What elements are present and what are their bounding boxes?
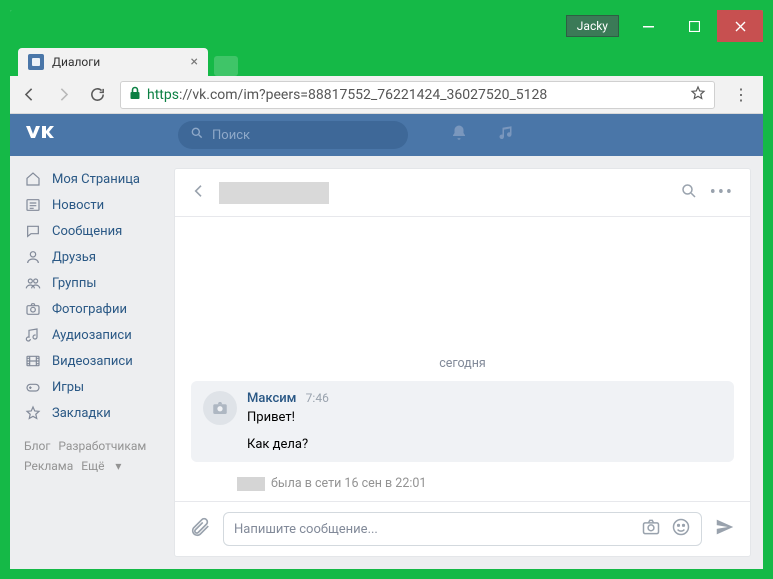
chat-pane: ••• сегодня Максим 7:46 Привет! Как дела… [174,168,751,557]
vk-search-box[interactable]: Поиск [178,121,408,149]
groups-icon [24,275,42,291]
window-close-button[interactable] [717,10,763,42]
attach-button[interactable] [189,516,211,542]
lock-icon [129,86,141,104]
message-time: 7:46 [306,391,329,405]
address-bar[interactable]: https://vk.com/im?peers=88817552_7622142… [120,81,715,109]
chat-search-button[interactable] [680,182,698,204]
vk-search-placeholder: Поиск [212,128,250,143]
sidebar-item-label: Сообщения [52,224,122,239]
last-seen-status: была в сети 16 сен в 22:01 [191,470,734,501]
sidebar-item-groups[interactable]: Группы [10,270,174,296]
tab-close-button[interactable]: × [191,54,198,70]
footer-link-blog[interactable]: Блог [24,439,50,453]
chat-messages-area[interactable]: сегодня Максим 7:46 Привет! Как дела? [175,217,750,501]
search-icon [190,126,204,144]
message-text: Привет! [247,410,329,425]
sidebar-item-photos[interactable]: Фотографии [10,296,174,322]
browser-menu-button[interactable]: ⋮ [727,85,755,104]
chat-more-button[interactable]: ••• [710,182,734,203]
sidebar-item-label: Закладки [52,406,111,421]
sidebar-item-label: Друзья [52,250,96,265]
window-titlebar: Jacky [10,10,763,42]
url-text: https://vk.com/im?peers=88817552_7622142… [147,87,547,103]
message-composer [175,501,750,556]
chat-back-button[interactable] [191,183,207,203]
sidebar-item-label: Аудиозаписи [52,328,132,343]
sidebar-item-label: Видеозаписи [52,354,133,369]
star-icon [24,405,42,421]
sidebar-item-news[interactable]: Новости [10,192,174,218]
send-button[interactable] [714,516,736,542]
window-minimize-button[interactable] [625,10,671,42]
sidebar-item-label: Группы [52,276,96,291]
video-icon [24,353,42,369]
chat-date-label: сегодня [191,356,734,371]
home-icon [24,171,42,187]
chat-message: Максим 7:46 Привет! Как дела? [191,381,734,462]
friends-icon [24,249,42,265]
browser-tab[interactable]: Диалоги × [18,48,208,76]
nav-back-button[interactable] [18,86,40,103]
message-avatar[interactable] [203,391,237,425]
nav-forward-button[interactable] [52,86,74,103]
composer-emoji-icon[interactable] [671,517,691,541]
message-text: Как дела? [247,437,329,452]
games-icon [24,379,42,395]
composer-camera-icon[interactable] [641,517,661,541]
browser-tabstrip: Диалоги × [10,42,763,76]
sidebar-item-bookmarks[interactable]: Закладки [10,400,174,426]
nav-reload-button[interactable] [86,86,108,103]
sidebar-item-friends[interactable]: Друзья [10,244,174,270]
audio-icon [24,327,42,343]
new-tab-button[interactable] [214,56,238,76]
news-icon [24,197,42,213]
sidebar-item-label: Новости [52,198,104,213]
sidebar-item-video[interactable]: Видеозаписи [10,348,174,374]
camera-icon [24,301,42,317]
message-author[interactable]: Максим [247,391,296,406]
chat-header: ••• [175,169,750,217]
chat-peer-name-redacted [219,182,329,204]
message-input[interactable] [234,522,631,537]
footer-link-more[interactable]: Ещё ▾ [81,459,121,473]
tab-title: Диалоги [52,55,183,69]
sidebar-item-label: Игры [52,380,84,395]
sidebar-footer: Блог Разработчикам Реклама Ещё ▾ [10,426,174,487]
sidebar-item-games[interactable]: Игры [10,374,174,400]
sidebar-item-profile[interactable]: Моя Страница [10,166,174,192]
window-maximize-button[interactable] [671,10,717,42]
peer-name-redacted [237,477,265,491]
vk-header: Поиск [10,114,763,156]
composer-input-wrapper [223,512,702,546]
vk-sidebar: Моя Страница Новости Сообщения Друзья Гр… [10,156,174,569]
sidebar-item-messages[interactable]: Сообщения [10,218,174,244]
sidebar-item-audio[interactable]: Аудиозаписи [10,322,174,348]
browser-toolbar: https://vk.com/im?peers=88817552_7622142… [10,76,763,114]
vk-logo[interactable] [24,123,164,148]
footer-link-ads[interactable]: Реклама [24,459,73,473]
music-icon[interactable] [498,124,516,146]
tab-favicon [28,54,44,70]
footer-link-devs[interactable]: Разработчикам [58,439,146,453]
notifications-icon[interactable] [450,124,468,146]
chrome-profile-badge[interactable]: Jacky [566,15,619,37]
sidebar-item-label: Фотографии [52,302,127,317]
sidebar-item-label: Моя Страница [52,172,140,187]
bookmark-star-icon[interactable] [690,85,706,105]
messages-icon [24,223,42,239]
